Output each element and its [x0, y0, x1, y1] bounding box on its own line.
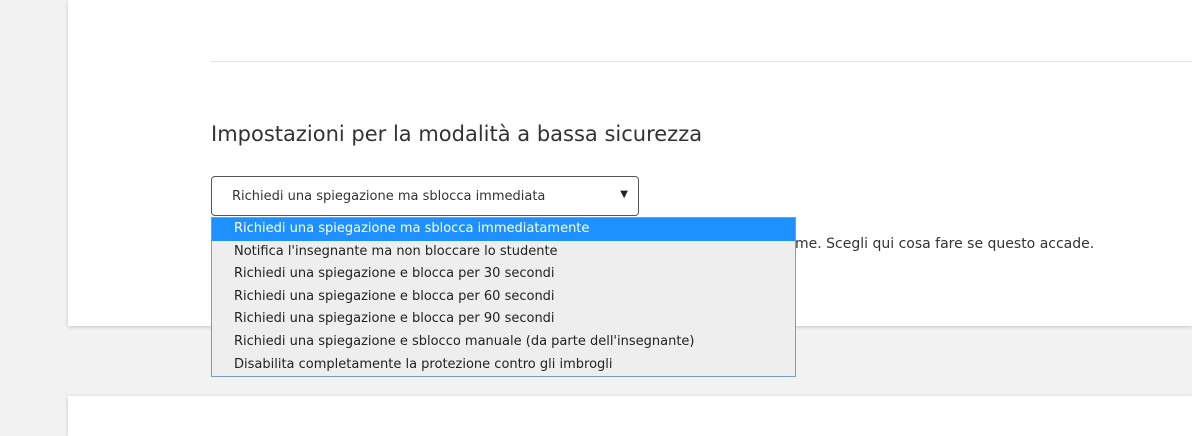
low-security-mode-select[interactable]: Richiedi una spiegazione ma sblocca imme… — [211, 176, 639, 216]
select-option[interactable]: Richiedi una spiegazione e blocca per 30… — [212, 263, 795, 286]
select-option[interactable]: Notifica l'insegnante ma non bloccare lo… — [212, 241, 795, 264]
caret-down-icon: ▼ — [620, 189, 628, 200]
select-options-list: Richiedi una spiegazione ma sblocca imme… — [211, 217, 796, 378]
section-divider — [210, 61, 1192, 62]
select-current-value: Richiedi una spiegazione ma sblocca imme… — [232, 188, 546, 204]
select-option[interactable]: Richiedi una spiegazione e blocca per 60… — [212, 286, 795, 309]
section-title: Impostazioni per la modalità a bassa sic… — [211, 122, 703, 146]
select-option[interactable]: Disabilita completamente la protezione c… — [212, 354, 795, 377]
section-description: me. Scegli qui cosa fare se questo accad… — [795, 236, 1095, 252]
select-option[interactable]: Richiedi una spiegazione ma sblocca imme… — [212, 218, 795, 241]
select-option[interactable]: Richiedi una spiegazione e blocca per 90… — [212, 308, 795, 331]
next-settings-card — [68, 396, 1192, 436]
select-option[interactable]: Richiedi una spiegazione e sblocco manua… — [212, 331, 795, 354]
